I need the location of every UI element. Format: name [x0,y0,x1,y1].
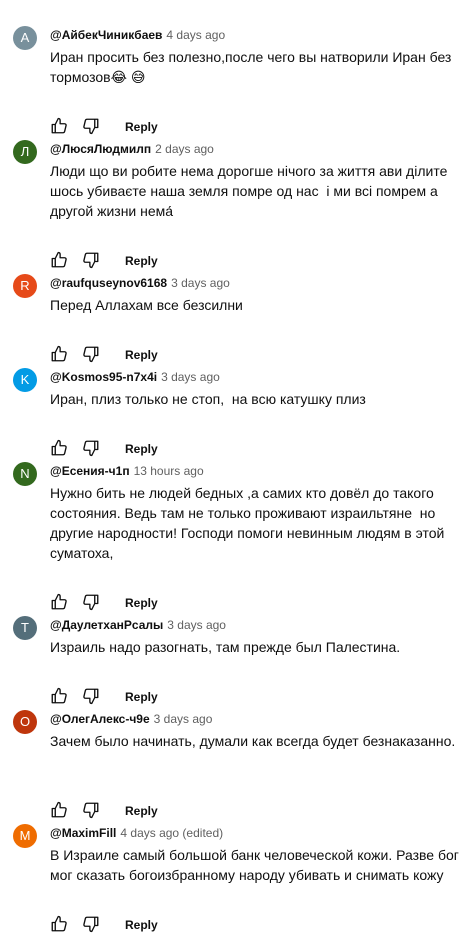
avatar[interactable]: А [13,26,37,50]
comment-author[interactable]: @АйбекЧиникбаев [50,28,162,42]
comment-author[interactable]: @ЛюсяЛюдмилп [50,142,151,156]
reply-button[interactable]: Reply [125,593,158,613]
comment-time[interactable]: 3 days ago [171,276,230,290]
reply-button[interactable]: Reply [125,915,158,935]
reply-button[interactable]: Reply [125,117,158,137]
thumbs-down-icon[interactable] [82,593,100,613]
reply-button[interactable]: Reply [125,687,158,707]
thumbs-down-icon[interactable] [82,251,100,271]
reply-button[interactable]: Reply [125,251,158,271]
avatar[interactable]: M [13,824,37,848]
comment-author[interactable]: @MaximFill [50,826,116,840]
thumbs-up-icon[interactable] [50,439,68,459]
thumbs-up-icon[interactable] [50,801,68,821]
thumbs-down-icon[interactable] [82,915,100,935]
avatar[interactable]: K [13,368,37,392]
thumbs-down-icon[interactable] [82,801,100,821]
comment-time[interactable]: 13 hours ago [134,464,204,478]
thumbs-up-icon[interactable] [50,251,68,271]
comment-time[interactable]: 3 days ago [161,370,220,384]
comment-time[interactable]: 4 days ago [166,28,225,42]
comment-time[interactable]: 3 days ago [167,618,226,632]
comment-meta: @MaximFill 4 days ago (edited) [50,825,223,841]
thumbs-up-icon[interactable] [50,593,68,613]
avatar[interactable]: N [13,462,37,486]
comment-meta: @ЛюсяЛюдмилп 2 days ago [50,141,214,157]
thumbs-down-icon[interactable] [82,687,100,707]
reply-button[interactable]: Reply [125,345,158,365]
comment-text: Люди що ви робите нема дорогше нічого за… [50,163,452,219]
thumbs-up-icon[interactable] [50,345,68,365]
comment-time[interactable]: 3 days ago [154,712,213,726]
comment-author[interactable]: @ДаулетханРсалы [50,618,163,632]
avatar[interactable]: Л [13,140,37,164]
comment-meta: @Есения-ч1п 13 hours ago [50,463,204,479]
comment-text: Зачем было начинать, думали как всегда б… [50,733,456,749]
comment-text: Иран, плиз только не стоп, на всю катушк… [50,391,366,407]
comment-text: Израиль надо разогнать, там прежде был П… [50,639,401,655]
comment-author[interactable]: @ОлегАлекс-ч9е [50,712,150,726]
comment-meta: @Kosmos95-n7x4i 3 days ago [50,369,220,385]
comment-author[interactable]: @Есения-ч1п [50,464,130,478]
comment-text: Иран просить без полезно,после чего вы н… [50,49,456,85]
thumbs-up-icon[interactable] [50,687,68,707]
comment-meta: @ДаулетханРсалы 3 days ago [50,617,226,633]
comment-author[interactable]: @raufquseynov6168 [50,276,167,290]
comment-meta: @ОлегАлекс-ч9е 3 days ago [50,711,212,727]
thumbs-down-icon[interactable] [82,117,100,137]
comment-author[interactable]: @Kosmos95-n7x4i [50,370,157,384]
comment-meta: @АйбекЧиникбаев 4 days ago [50,27,225,43]
avatar[interactable]: T [13,616,37,640]
avatar[interactable]: O [13,710,37,734]
thumbs-up-icon[interactable] [50,915,68,935]
comment-text: Нужно бить не людей бедных ,а самих кто … [50,485,449,561]
comment-time[interactable]: 4 days ago (edited) [120,826,223,840]
reply-button[interactable]: Reply [125,801,158,821]
avatar[interactable]: R [13,274,37,298]
comment-time[interactable]: 2 days ago [155,142,214,156]
thumbs-up-icon[interactable] [50,117,68,137]
thumbs-down-icon[interactable] [82,345,100,365]
thumbs-down-icon[interactable] [82,439,100,459]
comment-meta: @raufquseynov6168 3 days ago [50,275,230,291]
reply-button[interactable]: Reply [125,439,158,459]
comment-text: Перед Аллахам все безсилни [50,297,243,313]
comment-text: В Израиле самый большой банк человеческо… [50,847,463,883]
